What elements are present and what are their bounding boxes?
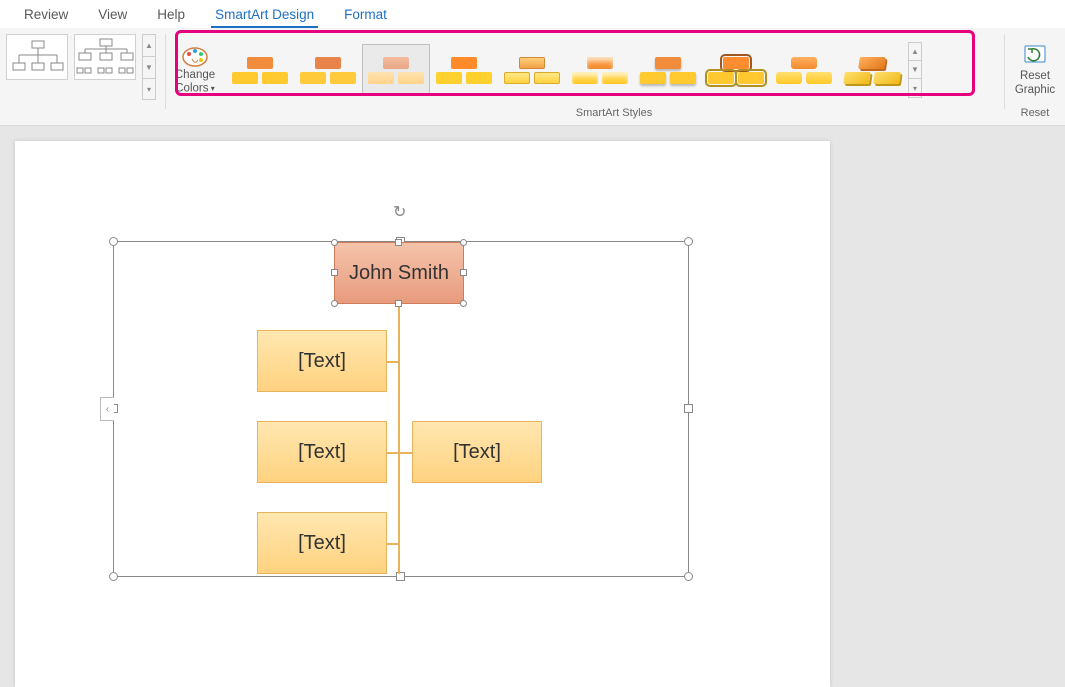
tab-smartart-design[interactable]: SmartArt Design	[211, 3, 318, 28]
change-colors-button[interactable]: Change Colors ▾	[170, 41, 220, 96]
tab-help[interactable]: Help	[153, 3, 189, 28]
scroll-down-icon[interactable]: ▼	[909, 61, 921, 79]
reset-label-2: Graphic	[1015, 84, 1055, 97]
tab-format[interactable]: Format	[340, 3, 391, 28]
node-handle[interactable]	[331, 239, 338, 246]
style-thumb-5[interactable]	[498, 44, 566, 96]
connector	[387, 452, 413, 454]
node-handle[interactable]	[395, 239, 402, 246]
style-thumb-7[interactable]	[634, 44, 702, 96]
change-colors-label-2: Colors	[175, 83, 208, 95]
node-text: [Text]	[453, 441, 501, 464]
reset-group: Reset Graphic Reset	[1005, 28, 1065, 125]
style-thumb-2[interactable]	[294, 44, 362, 96]
connector	[387, 361, 399, 363]
node-text: [Text]	[298, 441, 346, 464]
selection-handle[interactable]	[684, 404, 693, 413]
selection-handle[interactable]	[684, 237, 693, 246]
change-colors-label-1: Change	[175, 69, 215, 81]
style-thumb-3-selected[interactable]	[362, 44, 430, 96]
page[interactable]: ↻ ‹ John Smith	[15, 141, 830, 687]
scroll-more-icon[interactable]: ▾	[143, 79, 155, 99]
palette-icon	[181, 45, 209, 67]
tab-view[interactable]: View	[94, 3, 131, 28]
style-thumb-6[interactable]	[566, 44, 634, 96]
selection-handle[interactable]	[684, 572, 693, 581]
reset-icon	[1022, 43, 1048, 69]
scroll-up-icon[interactable]: ▲	[909, 43, 921, 61]
style-thumb-4[interactable]	[430, 44, 498, 96]
reset-graphic-button[interactable]: Reset Graphic	[1015, 41, 1055, 97]
reset-group-label: Reset	[1005, 107, 1065, 125]
tab-review[interactable]: Review	[20, 3, 72, 28]
selection-handle[interactable]	[109, 572, 118, 581]
chevron-down-icon: ▾	[208, 84, 214, 93]
ribbon: ▲ ▼ ▾ Change Colors ▾	[0, 28, 1065, 126]
style-thumb-1[interactable]	[226, 44, 294, 96]
selection-handle[interactable]	[109, 237, 118, 246]
node-handle[interactable]	[331, 300, 338, 307]
scroll-down-icon[interactable]: ▼	[143, 57, 155, 79]
chevron-left-icon: ‹	[106, 404, 109, 415]
scroll-more-icon[interactable]: ▾	[909, 79, 921, 97]
smartart-frame[interactable]: ↻ ‹ John Smith	[113, 241, 689, 577]
node-handle[interactable]	[460, 239, 467, 246]
connector	[398, 304, 400, 574]
layouts-group: ▲ ▼ ▾	[0, 28, 165, 125]
smartart-node[interactable]: [Text]	[257, 330, 387, 392]
connector	[387, 543, 399, 545]
document-area: ↻ ‹ John Smith	[0, 126, 1065, 687]
smartart-node[interactable]: [Text]	[257, 421, 387, 483]
node-handle[interactable]	[460, 269, 467, 276]
node-handle[interactable]	[331, 269, 338, 276]
ribbon-tabs: Review View Help SmartArt Design Format	[0, 0, 1065, 28]
smartart-node[interactable]: [Text]	[412, 421, 542, 483]
layouts-scrollbar[interactable]: ▲ ▼ ▾	[142, 34, 156, 100]
node-handle[interactable]	[460, 300, 467, 307]
text-pane-toggle[interactable]: ‹	[100, 397, 114, 421]
rotate-handle-icon[interactable]: ↻	[393, 202, 406, 222]
styles-group-label: SmartArt Styles	[224, 107, 1004, 125]
smartart-node[interactable]: [Text]	[257, 512, 387, 574]
layout-thumb-2[interactable]	[74, 34, 136, 80]
scroll-up-icon[interactable]: ▲	[143, 35, 155, 57]
styles-scrollbar[interactable]: ▲ ▼ ▾	[908, 42, 922, 98]
smartart-node-root[interactable]: John Smith	[334, 242, 464, 304]
change-colors-group: Change Colors ▾	[166, 28, 224, 125]
layout-thumb-1[interactable]	[6, 34, 68, 80]
node-handle[interactable]	[395, 300, 402, 307]
reset-label-1: Reset	[1020, 70, 1050, 83]
node-text: [Text]	[298, 532, 346, 555]
smartart-styles-group: ▲ ▼ ▾ SmartArt Styles	[224, 28, 1004, 125]
style-thumb-9[interactable]	[770, 44, 838, 96]
node-text: [Text]	[298, 350, 346, 373]
style-thumb-8[interactable]	[702, 44, 770, 96]
node-text: John Smith	[349, 262, 449, 285]
style-thumb-10[interactable]	[838, 44, 906, 96]
